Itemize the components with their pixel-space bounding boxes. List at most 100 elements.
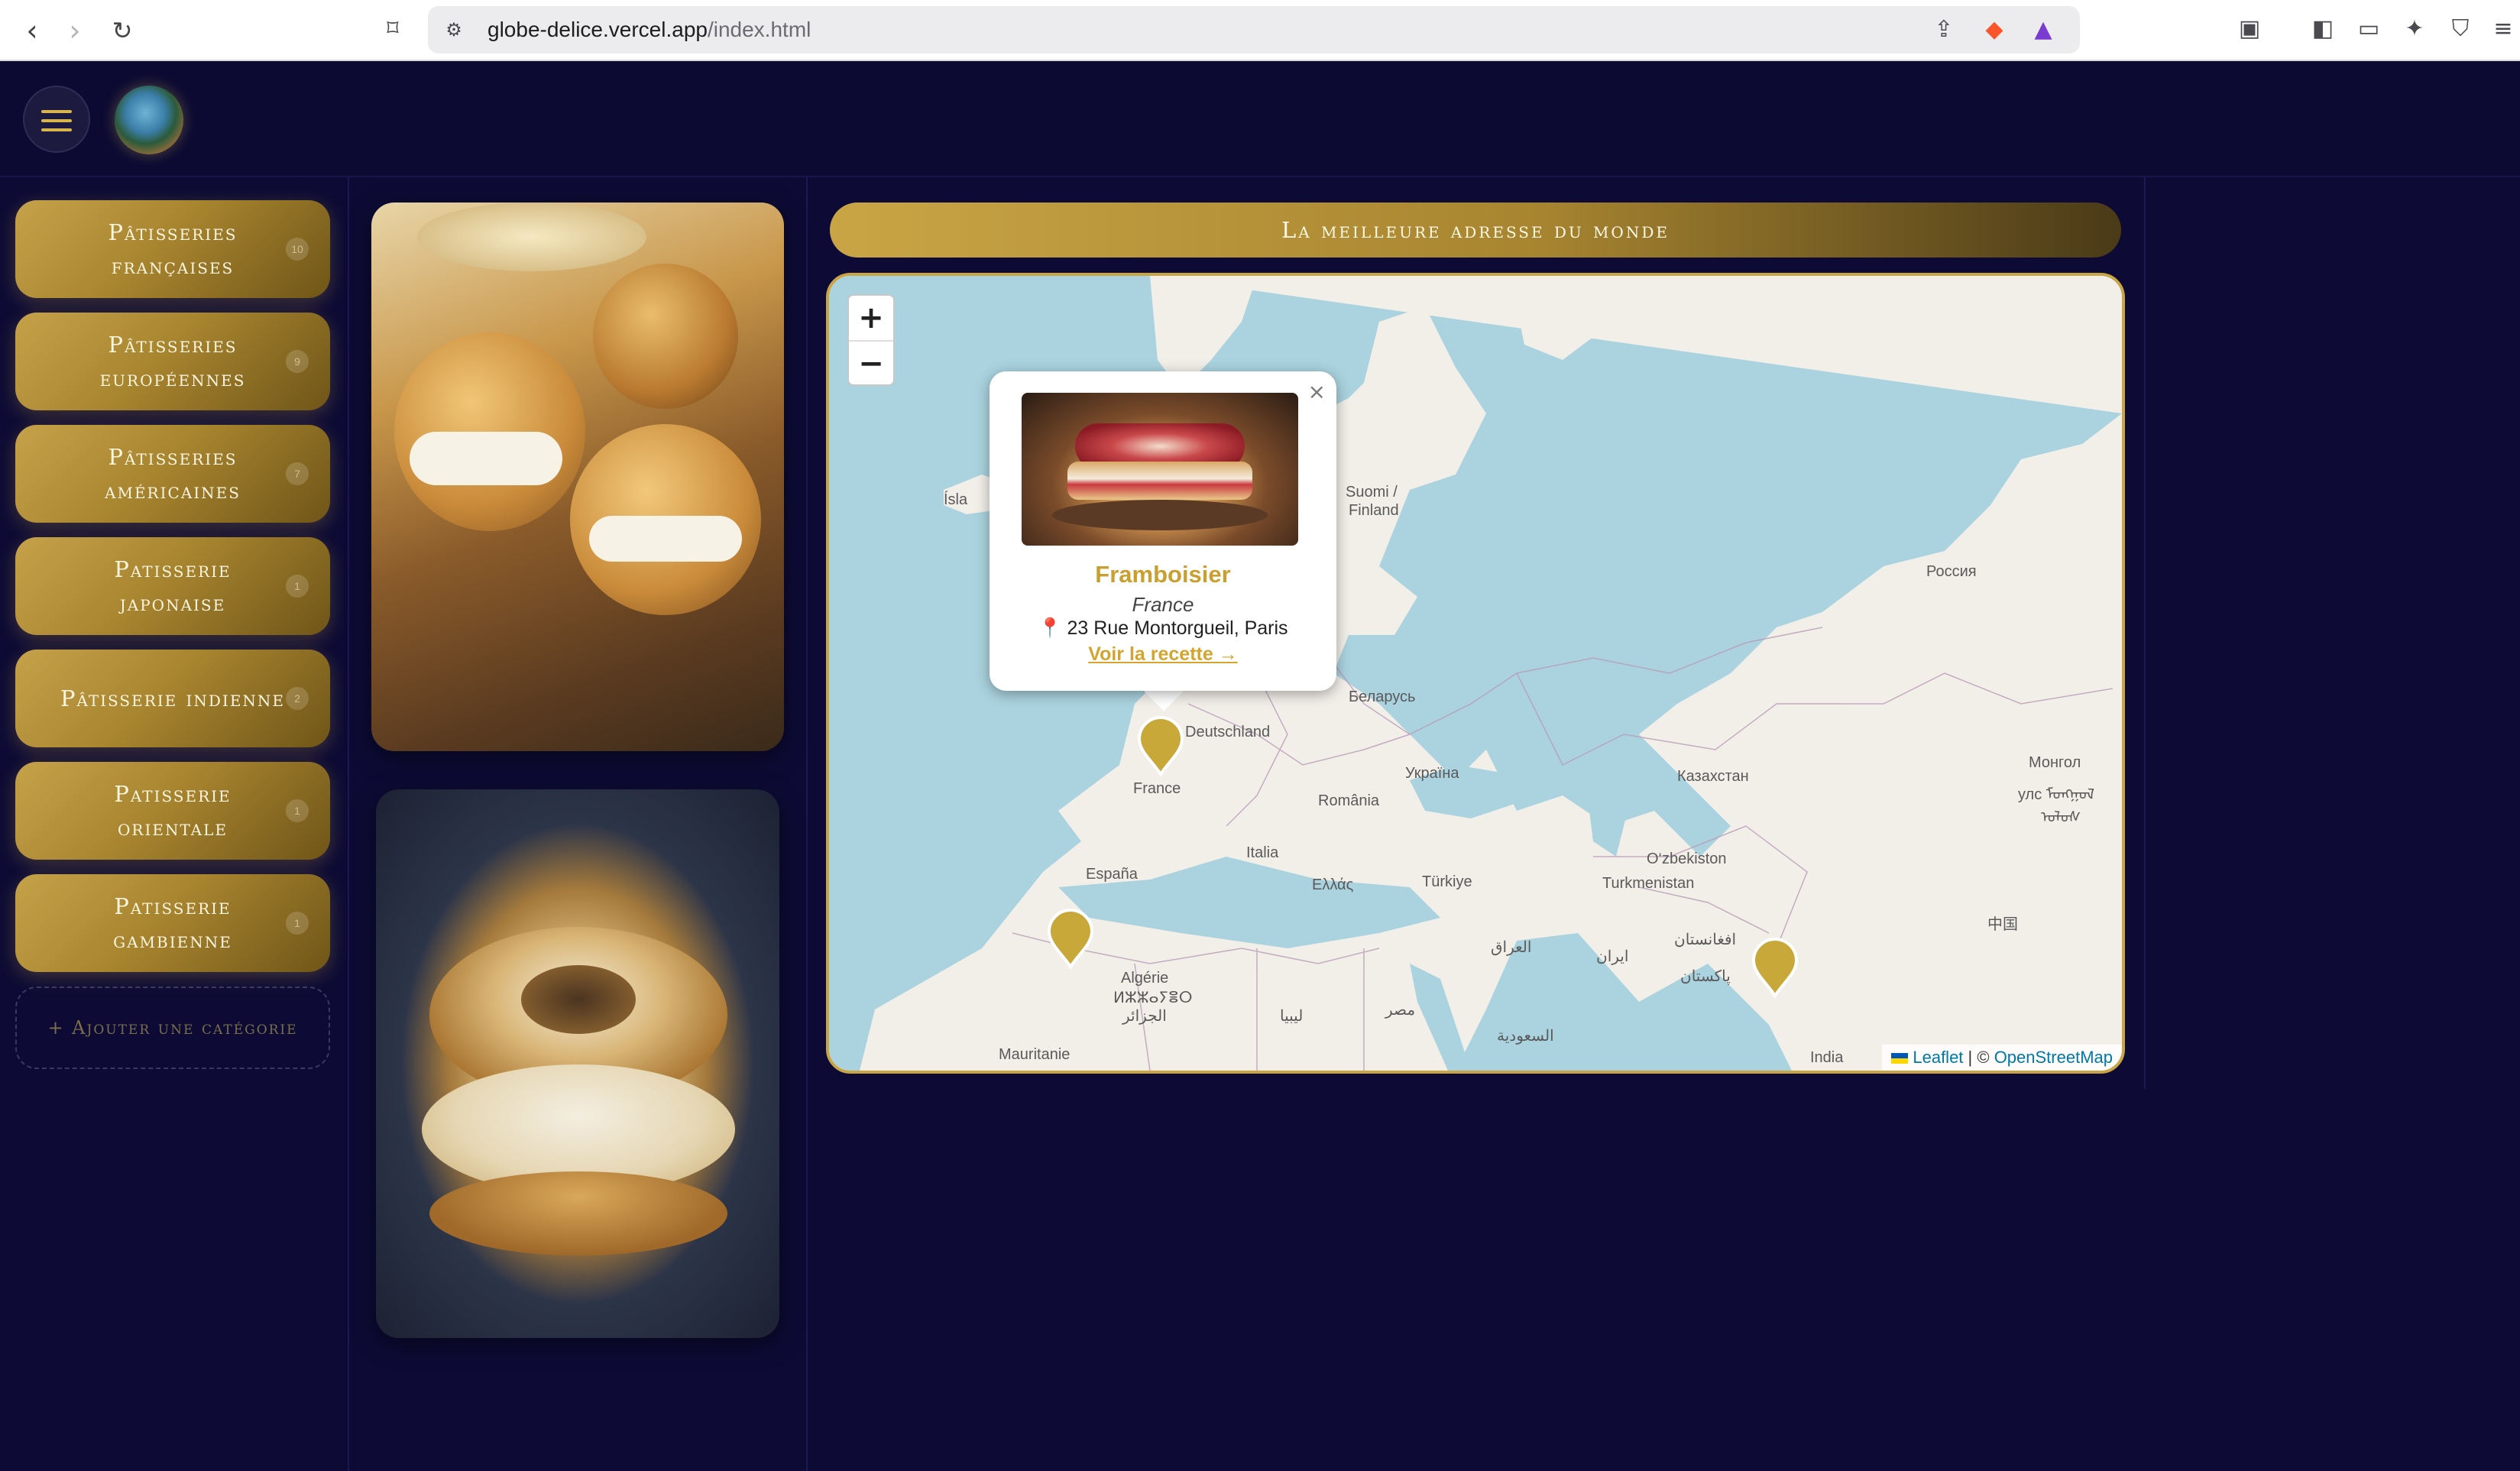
column-divider <box>2144 177 2146 1089</box>
map-label-finland: Finland <box>1349 502 1399 519</box>
zoom-control: + − <box>847 294 895 386</box>
map-label-romania: România <box>1318 792 1380 809</box>
category-button-europeennes[interactable]: Pâtisseries européennes 9 <box>15 313 330 410</box>
map-label-algerie-2: ⵍⵣⵣⴰⵢⴻⵔ <box>1113 990 1193 1006</box>
category-button-orientale[interactable]: Patisserie orientale 1 <box>15 762 330 860</box>
category-sidebar: Pâtisseries françaises 10 Pâtisseries eu… <box>15 200 330 1069</box>
category-count-badge: 9 <box>286 350 309 373</box>
map-label-iraq: العراق <box>1491 939 1532 956</box>
paris-brest-photo[interactable] <box>376 789 779 1338</box>
map-label-libya: ليبيا <box>1280 1008 1304 1025</box>
close-icon[interactable]: × <box>1308 379 1326 404</box>
category-count-badge: 1 <box>286 575 309 598</box>
osm-link[interactable]: OpenStreetMap <box>1994 1048 2113 1067</box>
zoom-out-button[interactable]: − <box>849 340 893 384</box>
category-label: Pâtisseries américaines <box>105 444 241 504</box>
zoom-in-button[interactable]: + <box>849 296 893 340</box>
brave-shield-icon[interactable]: ◆ <box>1979 15 2010 45</box>
category-count-badge: 1 <box>286 799 309 822</box>
map-marker-france[interactable] <box>1136 716 1185 777</box>
map-label-ellas: Ελλάς <box>1312 876 1354 893</box>
ukraine-flag-icon <box>1891 1053 1909 1064</box>
map-label-deutschland: Deutschland <box>1185 724 1271 740</box>
attribution-separator: | © <box>1963 1048 1994 1067</box>
app-header <box>0 61 2520 177</box>
url-text[interactable]: globe-delice.vercel.app/index.html <box>487 6 811 53</box>
url-path: /index.html <box>707 18 811 41</box>
map-label-algerie-3: الجزائر <box>1122 1008 1167 1025</box>
map-label-iran: ایران <box>1596 948 1629 965</box>
map-label-misr: مصر <box>1385 1002 1416 1019</box>
map-label-turkiye: Türkiye <box>1422 873 1472 890</box>
popup-address: 📍 23 Rue Montorgueil, Paris <box>1038 617 1288 639</box>
column-divider <box>806 177 808 1471</box>
framboisier-image <box>1022 393 1298 546</box>
popup-title: Framboisier <box>1095 561 1231 588</box>
logo-icon[interactable] <box>115 86 183 154</box>
view-recipe-link[interactable]: Voir la recette → <box>990 643 1336 666</box>
map-label-china: 中国 <box>1987 916 2018 933</box>
map-label-pakistan: پاکستان <box>1680 968 1731 985</box>
add-category-button[interactable]: + Ajouter une catégorie <box>15 987 330 1069</box>
rewards-icon[interactable]: ▲ <box>2028 15 2058 45</box>
category-button-indienne[interactable]: Pâtisserie indienne 2 <box>15 650 330 747</box>
map-label-algerie: Algérie <box>1121 970 1169 987</box>
marker-popup: × Framboisier France 📍 23 Rue Montorguei… <box>990 371 1336 691</box>
map-label-mongolia: Монгол <box>2029 754 2081 771</box>
back-icon[interactable]: ‹ <box>15 14 49 47</box>
category-label: Patisserie gambienne <box>113 893 232 953</box>
forward-icon[interactable]: › <box>58 14 92 47</box>
map-label-russia: Россия <box>1926 563 1977 580</box>
category-label: Patisserie orientale <box>114 781 232 841</box>
category-label: Patisserie japonaise <box>114 556 232 616</box>
map-label-france: France <box>1133 780 1181 797</box>
menu-icon[interactable]: ≡ <box>2488 14 2518 44</box>
wallet-icon[interactable]: ▭ <box>2353 14 2384 44</box>
map-label-ukraine: Україна <box>1405 765 1459 782</box>
site-settings-icon[interactable]: ⚙ <box>439 15 469 45</box>
address-bar[interactable]: ⚙ globe-delice.vercel.app/index.html ⇪ ◆… <box>428 6 2080 53</box>
map-label-turkmenistan: Turkmenistan <box>1602 875 1695 892</box>
map-label-afghanistan: افغانستان <box>1674 932 1737 948</box>
map-label-ozbekiston: O‘zbekiston <box>1647 851 1727 867</box>
map-marker-pakistan[interactable] <box>1751 938 1799 999</box>
category-label: Pâtisserie indienne <box>60 685 286 711</box>
reload-icon[interactable]: ↻ <box>105 14 139 47</box>
map-label-belarus: Беларусь <box>1349 689 1416 705</box>
browser-toolbar: ‹ › ↻ ⌑ ⚙ globe-delice.vercel.app/index.… <box>0 0 2520 61</box>
world-map[interactable]: Ísla Suomi / Finland Россия Беларусь Deu… <box>826 273 2125 1074</box>
category-button-francaises[interactable]: Pâtisseries françaises 10 <box>15 200 330 298</box>
category-label: Pâtisseries françaises <box>108 219 238 279</box>
map-label-kazakhstan: Казахстан <box>1677 768 1749 785</box>
category-count-badge: 7 <box>286 462 309 485</box>
map-label-mongolia-3: ᠤᠯᠤᠰ <box>2041 809 2081 826</box>
map-marker-morocco[interactable] <box>1046 909 1095 970</box>
map-label-suomi: Suomi / <box>1346 484 1398 501</box>
map-label-saudi: السعودية <box>1497 1028 1554 1045</box>
category-button-japonaise[interactable]: Patisserie japonaise 1 <box>15 537 330 635</box>
hamburger-menu-button[interactable] <box>23 86 90 153</box>
category-button-americaines[interactable]: Pâtisseries américaines 7 <box>15 425 330 523</box>
cream-puffs-photo[interactable] <box>371 203 784 751</box>
category-count-badge: 1 <box>286 912 309 935</box>
share-icon[interactable]: ⇪ <box>1929 15 1959 45</box>
sidebar-toggle-icon[interactable]: ◧ <box>2308 14 2338 44</box>
reader-mode-icon[interactable]: ▣ <box>2234 14 2265 44</box>
map-label-island: Ísla <box>944 491 968 508</box>
vpn-icon[interactable]: ⛉ <box>2445 14 2476 44</box>
bookmark-icon[interactable]: ⌑ <box>377 14 408 44</box>
category-count-badge: 2 <box>286 687 309 710</box>
map-label-italia: Italia <box>1246 844 1279 861</box>
popup-country: France <box>1132 593 1194 616</box>
column-divider <box>348 177 349 1471</box>
category-button-gambienne[interactable]: Patisserie gambienne 1 <box>15 874 330 972</box>
leaflet-link[interactable]: Leaflet <box>1913 1048 1963 1067</box>
map-title: La meilleure adresse du monde <box>830 203 2121 258</box>
category-label: Pâtisseries européennes <box>99 332 246 391</box>
category-count-badge: 10 <box>286 238 309 261</box>
map-attribution: Leaflet | © OpenStreetMap <box>1882 1045 2122 1071</box>
leo-ai-icon[interactable]: ✦ <box>2399 14 2430 44</box>
url-domain: globe-delice.vercel.app <box>487 18 708 41</box>
map-label-india: India <box>1810 1049 1844 1066</box>
map-label-espana: España <box>1086 866 1138 883</box>
